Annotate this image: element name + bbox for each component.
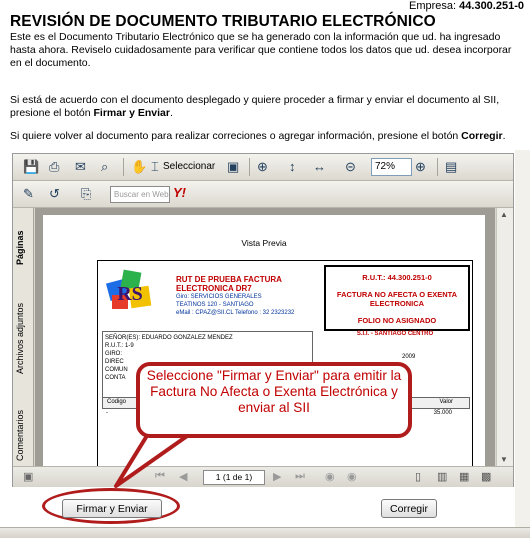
rut-text: R.U.T.: 44.300.251-0 xyxy=(362,273,432,282)
vertical-scrollbar[interactable]: ▲ ▼ xyxy=(496,208,513,466)
client-giro: GIRO: xyxy=(105,351,123,357)
fit-page-icon[interactable]: ↕ xyxy=(289,158,296,176)
empresa-label: Empresa: xyxy=(409,0,457,12)
toolbar-separator xyxy=(437,158,438,176)
empresa-rut: 44.300.251-0 xyxy=(459,0,524,12)
facing-icon[interactable]: ▦ xyxy=(459,470,469,483)
callout-text: Seleccione "Firmar y Enviar" para emitir… xyxy=(146,368,402,415)
select-tool-label[interactable]: Seleccionar xyxy=(163,158,215,176)
col-valor: Valor xyxy=(439,399,453,405)
toolbar-separator xyxy=(249,158,250,176)
back-text: Si quiere volver al documento para reali… xyxy=(10,130,525,143)
continuous-facing-icon[interactable]: ▩ xyxy=(481,470,491,483)
single-page-icon[interactable]: ▯ xyxy=(415,470,421,483)
company-logo: RS xyxy=(106,269,152,309)
next-page-icon[interactable]: ▶ xyxy=(273,470,281,483)
continuous-icon[interactable]: ▥ xyxy=(437,470,447,483)
sii-office: S.I.I. - SANTIAGO CENTRO xyxy=(356,331,434,337)
viewer-side-tabs: Páginas Archivos adjuntos Comentarios xyxy=(13,208,34,466)
last-page-icon[interactable]: ⏭ xyxy=(295,470,305,483)
back-view-icon[interactable]: ◉ xyxy=(325,470,335,483)
agree-text-post: . xyxy=(169,107,173,119)
right-edge xyxy=(515,150,530,527)
back-text-post: . xyxy=(502,130,506,142)
save-icon[interactable]: 💾 xyxy=(23,158,39,176)
client-rut: R.U.T.: 1-9 xyxy=(105,343,134,349)
viewer-toolbar-main: 💾 ⎙ ✉ ⌕ ✋ ⌶ Seleccionar ▣ ⊕ ↕ ↔ ⊝ 72% ⊕ … xyxy=(13,154,513,181)
svg-text:RS: RS xyxy=(117,283,143,305)
fit-width-icon[interactable]: ↔ xyxy=(313,158,326,176)
agree-button-ref: Firmar y Enviar xyxy=(93,107,170,119)
emisor-name: RUT DE PRUEBA FACTURA ELECTRONICA DR7 xyxy=(176,275,282,293)
yahoo-icon[interactable]: Y! xyxy=(173,185,186,200)
rut-box: R.U.T.: 44.300.251-0 FACTURA NO AFECTA O… xyxy=(324,265,470,331)
row-value: 35.000 xyxy=(433,410,452,416)
rotate-icon[interactable]: ↺ xyxy=(49,185,60,203)
empresa-header: Empresa: 44.300.251-0 xyxy=(409,0,524,12)
agree-text: Si está de acuerdo con el documento desp… xyxy=(10,94,515,120)
email-icon[interactable]: ✉ xyxy=(75,158,86,176)
emisor-address: TEATINOS 120 - SANTIAGO xyxy=(176,302,254,308)
sign-icon[interactable]: ✎ xyxy=(23,185,34,203)
agree-text-pre: Si está de acuerdo con el documento desp… xyxy=(10,94,500,119)
col-codigo: Codigo xyxy=(107,399,127,405)
zoom-in-icon[interactable]: ⊕ xyxy=(257,158,268,176)
viewer-toolbar-secondary: ✎ ↺ ⎘ Buscar en Web Y! xyxy=(13,181,513,208)
intro-text: Este es el Documento Tributario Electrón… xyxy=(10,31,512,69)
tab-paginas[interactable]: Páginas xyxy=(15,218,31,278)
toolbar-separator xyxy=(123,158,124,176)
client-name: SEÑOR(ES): EDUARDO GONZALEZ MENDEZ xyxy=(105,335,233,341)
preview-header: Vista Previa xyxy=(241,238,287,248)
document-icon[interactable]: ⎘ xyxy=(81,185,91,203)
bottom-strip xyxy=(0,527,530,538)
tab-comentarios[interactable]: Comentarios xyxy=(15,400,31,470)
zoom-plus-icon[interactable]: ⊕ xyxy=(415,158,426,176)
forward-view-icon[interactable]: ◉ xyxy=(347,470,357,483)
firmar-y-enviar-button[interactable]: Firmar y Enviar xyxy=(62,499,162,518)
select-tool-icon[interactable]: ⌶ xyxy=(151,158,159,176)
snapshot-icon[interactable]: ▣ xyxy=(227,158,239,176)
page-title: REVISIÓN DE DOCUMENTO TRIBUTARIO ELECTRÓ… xyxy=(10,13,436,30)
date-year: 2009 xyxy=(402,354,416,360)
callout-tail xyxy=(114,430,200,488)
find-icon[interactable]: ⌕ xyxy=(101,158,108,176)
scroll-up-icon[interactable]: ▲ xyxy=(500,210,508,219)
zoom-out-icon[interactable]: ⊝ xyxy=(345,158,356,176)
zoom-level-field[interactable]: 72% xyxy=(371,158,412,176)
row-dash: - xyxy=(106,410,108,416)
corregir-button[interactable]: Corregir xyxy=(381,499,437,518)
back-button-ref: Corregir xyxy=(461,130,503,142)
emisor-giro: Giro: SERVICIOS GENERALES xyxy=(176,294,262,300)
emisor-contact: eMail : CPAZ@SII.CL Telefono : 32 232323… xyxy=(176,310,295,316)
panel-icon[interactable]: ▣ xyxy=(23,470,33,483)
pages-layout-icon[interactable]: ▤ xyxy=(445,158,457,176)
print-icon[interactable]: ⎙ xyxy=(49,158,59,176)
web-search-input[interactable]: Buscar en Web xyxy=(110,186,170,203)
tab-archivos-adjuntos[interactable]: Archivos adjuntos xyxy=(15,290,31,386)
viewer-navigation-bar: ▣ ⏮ ◀ 1 (1 de 1) ▶ ⏭ ◉ ◉ ▯ ▥ ▦ ▩ xyxy=(13,466,513,487)
folio-text: FOLIO NO ASIGNADO xyxy=(357,316,437,325)
document-type: FACTURA NO AFECTA O EXENTA ELECTRONICA xyxy=(336,290,458,308)
scroll-down-icon[interactable]: ▼ xyxy=(500,455,508,464)
hand-tool-icon[interactable]: ✋ xyxy=(131,158,147,176)
emisor-block: RUT DE PRUEBA FACTURA ELECTRONICA DR7 Gi… xyxy=(176,275,326,317)
back-text-pre: Si quiere volver al documento para reali… xyxy=(10,130,462,142)
